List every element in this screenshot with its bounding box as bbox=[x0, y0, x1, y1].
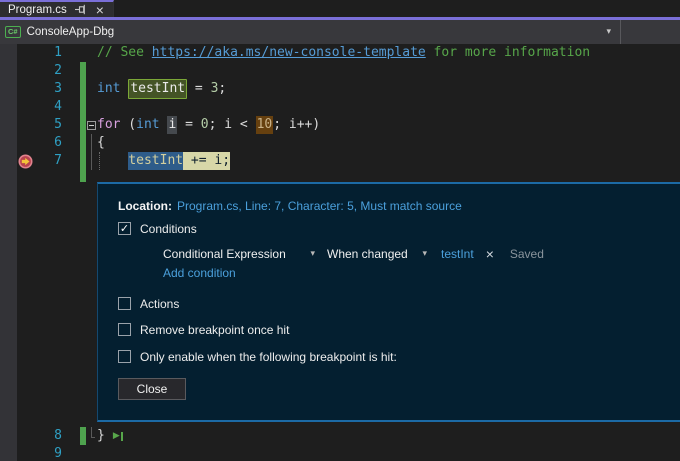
code-line-1: 1 // See https://aka.ms/new-console-templ… bbox=[0, 44, 680, 62]
code-text[interactable]: int testInt = 3; bbox=[97, 79, 680, 99]
condition-editor-row: Conditional Expression ▾ When changed ▾ … bbox=[118, 246, 670, 262]
tab-bar: Program.cs × bbox=[0, 0, 680, 17]
code-line-8: 8 } ▶ bbox=[0, 427, 680, 445]
code-line-2: 2 bbox=[0, 62, 680, 80]
csharp-project-icon: C# bbox=[5, 26, 21, 38]
project-name: ConsoleApp-Dbg bbox=[26, 26, 115, 38]
condition-type-dropdown[interactable]: Conditional Expression ▾ bbox=[163, 247, 315, 261]
pin-icon[interactable] bbox=[74, 3, 87, 16]
code-lines-above-dialog: 1 // See https://aka.ms/new-console-templ… bbox=[0, 44, 680, 182]
code-spacer bbox=[0, 170, 680, 182]
code-lines-below-dialog: 8 } ▶ 9 bbox=[0, 427, 680, 461]
code-text[interactable]: // See https://aka.ms/new-console-templa… bbox=[97, 44, 680, 62]
only-enable-checkbox[interactable] bbox=[118, 350, 131, 363]
run-to-here-icon[interactable]: ▶ bbox=[113, 431, 123, 441]
line-number: 2 bbox=[54, 63, 62, 78]
chevron-down-icon: ▾ bbox=[310, 249, 315, 259]
tab-program-cs[interactable]: Program.cs × bbox=[0, 0, 114, 17]
tab-title: Program.cs bbox=[8, 3, 67, 16]
code-line-7: 7 testInt += i; bbox=[0, 152, 680, 170]
code-text[interactable]: for (int i = 0; i < 10; i++) bbox=[97, 116, 680, 134]
code-line-9: 9 bbox=[0, 445, 680, 461]
line-number: 4 bbox=[54, 99, 62, 114]
line-number: 8 bbox=[54, 428, 62, 443]
collapse-icon[interactable] bbox=[87, 120, 96, 130]
breakpoint-icon[interactable] bbox=[18, 154, 33, 169]
line-number: 5 bbox=[54, 117, 62, 132]
code-text[interactable] bbox=[97, 62, 680, 80]
code-text[interactable] bbox=[97, 170, 680, 182]
remove-once-row[interactable]: Remove breakpoint once hit bbox=[118, 322, 670, 337]
debug-toolbar: C# ConsoleApp-Dbg ▾ bbox=[0, 20, 680, 44]
actions-label: Actions bbox=[140, 296, 180, 311]
actions-checkbox[interactable] bbox=[118, 297, 131, 310]
line-number: 7 bbox=[54, 153, 62, 168]
line-number: 6 bbox=[54, 135, 62, 150]
remove-once-checkbox[interactable] bbox=[118, 323, 131, 336]
only-enable-row[interactable]: Only enable when the following breakpoin… bbox=[118, 349, 670, 364]
line-number: 1 bbox=[54, 45, 62, 60]
condition-type-value: Conditional Expression bbox=[163, 247, 286, 261]
code-line-4: 4 bbox=[0, 98, 680, 116]
line-number: 3 bbox=[54, 81, 62, 96]
breakpoint-settings-dialog: Location: Program.cs, Line: 7, Character… bbox=[97, 182, 680, 422]
condition-expression-input[interactable]: testInt bbox=[441, 247, 474, 261]
actions-row[interactable]: Actions bbox=[118, 296, 670, 311]
code-line-6: 6{ bbox=[0, 134, 680, 152]
location-value: Program.cs, Line: 7, Character: 5, Must … bbox=[177, 198, 462, 213]
vs-editor-window: Program.cs × C# ConsoleApp-Dbg ▾ 1 // See… bbox=[0, 0, 680, 461]
code-text[interactable]: } ▶ bbox=[97, 427, 680, 445]
remove-once-label: Remove breakpoint once hit bbox=[140, 322, 290, 337]
condition-mode-dropdown[interactable]: When changed ▾ bbox=[327, 247, 427, 261]
chevron-down-icon: ▾ bbox=[422, 249, 427, 259]
code-text[interactable]: testInt += i; bbox=[97, 152, 680, 170]
chevron-down-icon[interactable]: ▾ bbox=[606, 27, 620, 37]
code-line-3: 3 int testInt = 3; bbox=[0, 79, 680, 99]
project-dropdown[interactable]: C# ConsoleApp-Dbg ▾ bbox=[0, 20, 621, 44]
condition-mode-value: When changed bbox=[327, 247, 408, 261]
close-button[interactable]: Close bbox=[118, 378, 186, 400]
code-text[interactable] bbox=[97, 98, 680, 116]
conditions-label: Conditions bbox=[140, 221, 197, 236]
location-label: Location: bbox=[118, 198, 172, 213]
code-text[interactable] bbox=[97, 445, 680, 461]
add-condition-link[interactable]: Add condition bbox=[163, 266, 236, 280]
code-line-5: 5 for (int i = 0; i < 10; i++) bbox=[0, 116, 680, 134]
close-tab-icon[interactable]: × bbox=[96, 3, 104, 17]
saved-status: Saved bbox=[509, 247, 544, 261]
conditions-checkbox[interactable]: ✓ bbox=[118, 222, 131, 235]
conditions-row[interactable]: ✓ Conditions bbox=[118, 221, 670, 236]
checkmark-icon: ✓ bbox=[119, 222, 130, 235]
line-number bbox=[36, 170, 62, 182]
remove-condition-icon[interactable]: × bbox=[486, 247, 494, 261]
add-condition-row: Add condition bbox=[118, 265, 670, 280]
only-enable-label: Only enable when the following breakpoin… bbox=[140, 349, 397, 364]
breakpoint-location-row: Location: Program.cs, Line: 7, Character… bbox=[118, 198, 670, 213]
code-editor[interactable]: 1 // See https://aka.ms/new-console-templ… bbox=[0, 44, 680, 461]
line-number: 9 bbox=[54, 446, 62, 461]
code-text[interactable]: { bbox=[97, 134, 680, 152]
